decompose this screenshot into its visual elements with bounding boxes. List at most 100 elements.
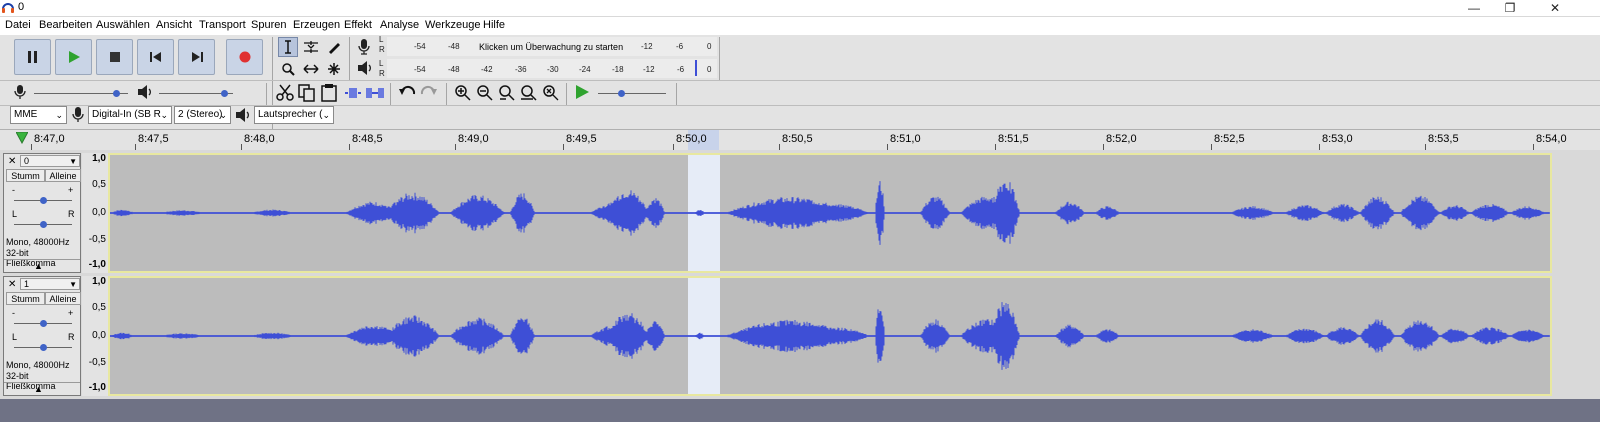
menu-bearbeiten[interactable]: Bearbeiten [39, 19, 92, 31]
timeline-ruler[interactable]: 8:47,0 8:47,5 8:48,0 8:48,5 8:49,0 8:49,5 8:50… [0, 129, 1600, 150]
amplitude-scale: 1,0 0,5 0,0 -0,5 -1,0 [82, 276, 108, 396]
silence-audio-icon[interactable] [366, 86, 384, 100]
output-device-icon [236, 108, 249, 122]
track-control-panel: ✕ 1 ▼ Stumm Alleine - + L R Mono, 48000H… [3, 276, 81, 396]
fit-project-icon[interactable] [520, 84, 538, 102]
ruler-tick [563, 144, 564, 150]
play-speed-thumb[interactable] [618, 90, 625, 97]
zoom-in-icon[interactable] [454, 84, 472, 102]
mute-button[interactable]: Stumm [6, 292, 45, 305]
track-format-info: Mono, 48000Hz [6, 360, 70, 370]
zoom-toggle-icon[interactable] [542, 84, 560, 102]
menu-werkzeuge[interactable]: Werkzeuge [425, 19, 480, 31]
paste-icon[interactable] [320, 84, 338, 102]
input-device-value: Digital-In (SB R [92, 109, 161, 120]
i-beam-icon [285, 40, 291, 54]
record-button[interactable] [226, 39, 263, 75]
stop-button[interactable] [96, 39, 133, 75]
minimize-button[interactable]: — [1457, 0, 1491, 16]
close-button[interactable]: ✕ [1538, 0, 1572, 16]
track-menu-button[interactable]: 1 ▼ [20, 278, 80, 290]
skip-end-button[interactable] [178, 39, 215, 75]
audio-host-select[interactable]: MME ⌄ [10, 106, 67, 124]
input-device-select[interactable]: Digital-In (SB R ⌄ [88, 106, 172, 124]
play-head-marker-icon [16, 132, 28, 144]
output-device-select[interactable]: Lautsprecher (⌄ [254, 106, 334, 124]
ruler-label: 8:53,0 [1322, 133, 1353, 145]
ruler-tick [135, 144, 136, 150]
menu-hilfe[interactable]: Hilfe [483, 19, 505, 31]
empty-track-space[interactable] [0, 399, 1600, 422]
menu-datei[interactable]: Datei [5, 19, 31, 31]
solo-button[interactable]: Alleine [45, 169, 81, 182]
pause-button[interactable] [14, 39, 51, 75]
mute-button[interactable]: Stumm [6, 169, 45, 182]
speaker-icon[interactable] [357, 60, 373, 76]
skip-start-button[interactable] [137, 39, 174, 75]
multi-tool[interactable] [324, 59, 344, 79]
track-close-button[interactable]: ✕ [8, 156, 16, 167]
waveform-area[interactable] [108, 153, 1552, 273]
skip-to-end-icon [191, 52, 203, 62]
fit-selection-icon[interactable] [498, 84, 516, 102]
menu-erzeugen[interactable]: Erzeugen [293, 19, 340, 31]
ruler-tick [1425, 144, 1426, 150]
envelope-tool[interactable] [301, 37, 321, 57]
selection-tool[interactable] [278, 37, 298, 57]
play-button[interactable] [55, 39, 92, 75]
envelope-icon [304, 41, 318, 53]
input-device-icon [72, 107, 84, 122]
pan-slider-thumb[interactable] [40, 344, 47, 351]
menu-ansicht[interactable]: Ansicht [156, 19, 192, 31]
playback-meter-label: -18 [612, 65, 624, 74]
pan-slider-thumb[interactable] [40, 221, 47, 228]
asterisk-icon [328, 63, 340, 75]
gain-minus-label: - [12, 308, 15, 318]
output-device-value: Lautsprecher ( [258, 109, 323, 120]
time-shift-tool[interactable] [301, 59, 321, 79]
waveform [109, 278, 1550, 394]
record-meter-hint[interactable]: Klicken um Überwachung zu starten [479, 42, 623, 52]
maximize-button[interactable]: ❐ [1493, 0, 1527, 16]
copy-icon[interactable] [298, 84, 316, 102]
undo-icon[interactable] [398, 85, 416, 101]
window-title: 0 [18, 1, 25, 13]
playback-meter-label: -48 [448, 65, 460, 74]
scale-label: -0,5 [88, 234, 106, 245]
playback-meter-label: -54 [414, 65, 426, 74]
menu-transport[interactable]: Transport [199, 19, 246, 31]
solo-button[interactable]: Alleine [45, 292, 81, 305]
play-speed-slider[interactable] [598, 93, 666, 94]
playback-volume-thumb[interactable] [221, 90, 228, 97]
recording-volume-thumb[interactable] [113, 90, 120, 97]
zoom-out-icon[interactable] [476, 84, 494, 102]
draw-tool[interactable] [324, 37, 344, 57]
collapse-track-button[interactable]: ▲ [4, 259, 80, 273]
pan-right-label: R [68, 209, 75, 219]
ruler-tick [455, 144, 456, 150]
ruler-label: 8:49,0 [458, 133, 489, 145]
play-at-speed-icon[interactable] [575, 85, 589, 99]
microphone-icon[interactable] [357, 39, 371, 55]
zoom-tool[interactable] [278, 59, 298, 79]
track-menu-button[interactable]: 0 ▼ [20, 155, 80, 167]
waveform-area[interactable] [108, 276, 1552, 396]
menu-effekt[interactable]: Effekt [344, 19, 372, 31]
collapse-track-button[interactable]: ▲ [4, 382, 80, 396]
menu-spuren[interactable]: Spuren [251, 19, 286, 31]
input-channels-select[interactable]: 2 (Stereo) ⌄ [174, 106, 231, 124]
menu-auswaehlen[interactable]: Auswählen [96, 19, 150, 31]
menu-analyse[interactable]: Analyse [380, 19, 419, 31]
ruler-tick [673, 144, 674, 150]
playback-meter-label: -42 [481, 65, 493, 74]
menu-bar: Datei Bearbeiten Auswählen Ansicht Trans… [0, 17, 1600, 35]
trim-audio-icon[interactable] [344, 86, 362, 100]
cut-icon[interactable] [276, 84, 294, 102]
gain-slider-thumb[interactable] [40, 320, 47, 327]
redo-icon[interactable] [420, 85, 438, 101]
pan-right-label: R [68, 332, 75, 342]
track-close-button[interactable]: ✕ [8, 279, 16, 290]
ruler-tick [1103, 144, 1104, 150]
caret-up-icon: ▲ [34, 384, 43, 394]
gain-slider-thumb[interactable] [40, 197, 47, 204]
